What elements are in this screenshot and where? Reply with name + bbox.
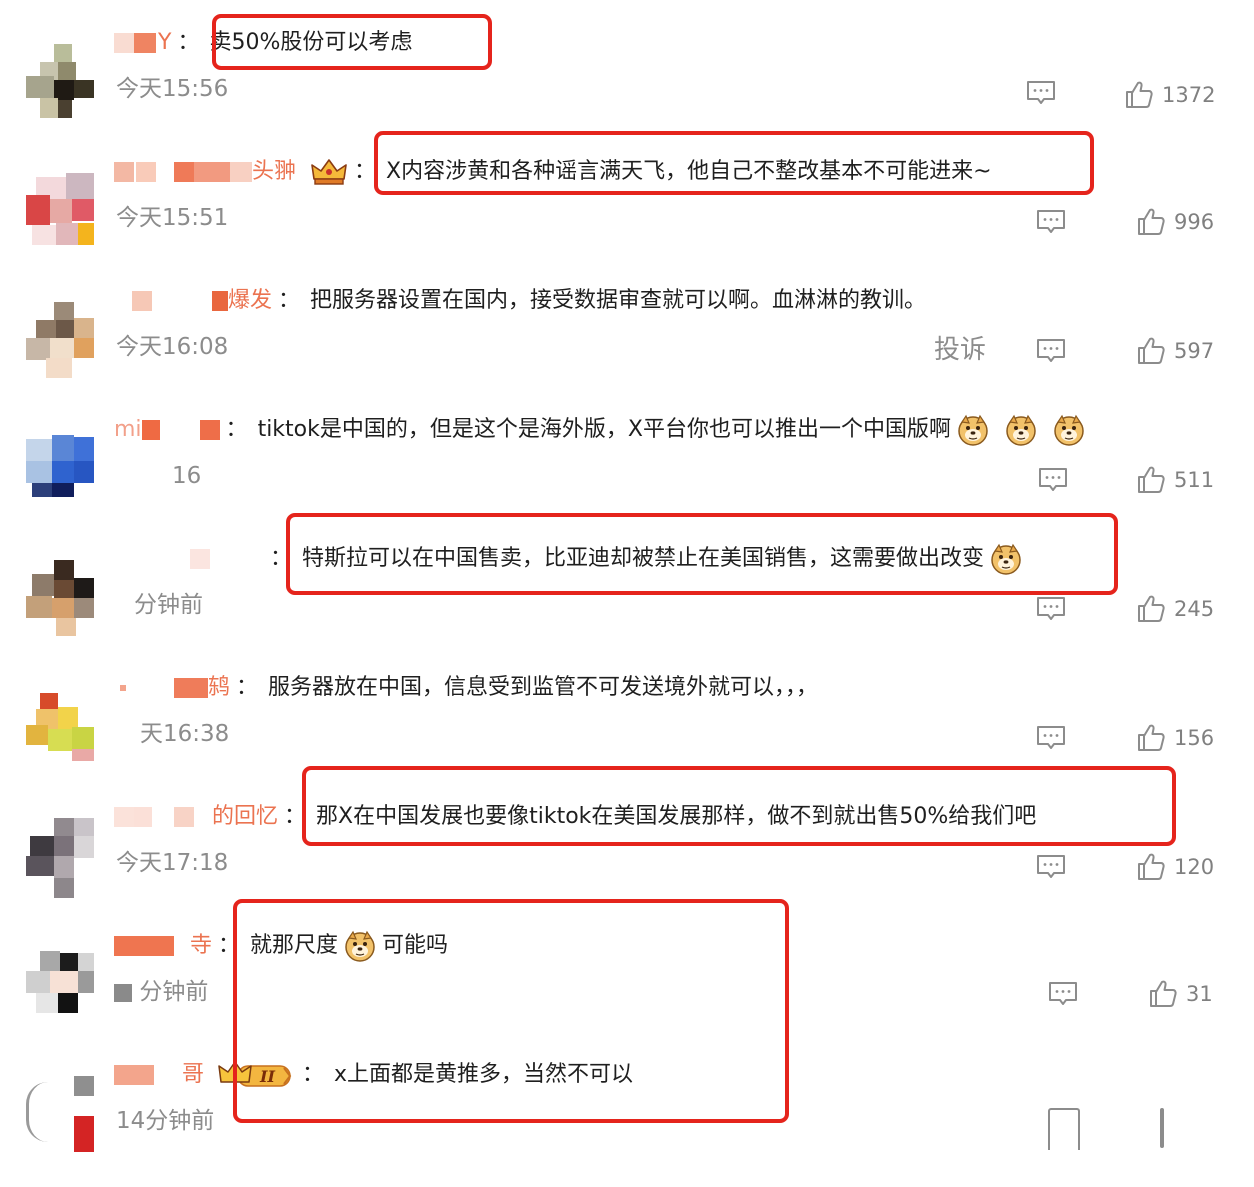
- comment-time: 14分钟前: [116, 1108, 215, 1134]
- reply-icon[interactable]: [1048, 981, 1078, 1007]
- comment-header: 鸫 ： 服务器放在中国，信息受到监管不可发送境外就可以，，，: [120, 671, 818, 705]
- colon: ：: [278, 288, 301, 313]
- comment-time: 分钟前: [134, 592, 203, 618]
- colon: ：: [354, 159, 377, 184]
- like-button[interactable]: 597: [1136, 336, 1214, 366]
- doge-emoji-icon: [1053, 414, 1085, 446]
- comment-header: 爆发 ： 把服务器设置在国内，接受数据审查就可以啊。血淋淋的教训。: [114, 284, 926, 318]
- reply-icon[interactable]: [1038, 467, 1068, 493]
- crown-badge-icon: [310, 157, 348, 187]
- avatar[interactable]: [26, 818, 96, 900]
- doge-emoji-icon: [1005, 414, 1037, 446]
- highlight-box: [212, 14, 492, 70]
- comment-time-text: 分钟前: [139, 979, 209, 1005]
- doge-emoji-icon: [957, 414, 989, 446]
- thumbs-up-icon: [1148, 979, 1178, 1009]
- like-count: 31: [1186, 982, 1213, 1006]
- highlight-box: [286, 513, 1118, 595]
- like-button[interactable]: 156: [1136, 723, 1214, 753]
- comment-time: 今天15:51: [116, 205, 229, 231]
- thumbs-up-icon: [1124, 80, 1154, 110]
- comment-header: mi ： tiktok是中国的，但是这个是海外版，X平台你也可以推出一个中国版啊: [114, 413, 1091, 447]
- thumbs-up-icon: [1136, 723, 1166, 753]
- comment-text: 服务器放在中国，信息受到监管不可发送境外就可以，，，: [268, 675, 819, 700]
- like-button[interactable]: 245: [1136, 594, 1214, 624]
- avatar[interactable]: [26, 560, 96, 642]
- avatar[interactable]: [26, 173, 96, 255]
- reply-icon[interactable]: [1036, 725, 1066, 751]
- reply-icon[interactable]: [1036, 854, 1066, 880]
- comment-text: 把服务器设置在国内，接受数据审查就可以啊。血淋淋的教训。: [310, 288, 927, 313]
- like-button[interactable]: 996: [1136, 207, 1214, 237]
- like-count: 156: [1174, 726, 1215, 750]
- reply-icon[interactable]: [1026, 80, 1056, 106]
- reply-icon[interactable]: [1036, 596, 1066, 622]
- thumbs-up-icon: [1136, 336, 1166, 366]
- comment-time: 今天16:08: [116, 334, 229, 360]
- like-count: 120: [1174, 855, 1215, 879]
- username[interactable]: Y: [158, 26, 171, 60]
- thumbs-up-icon: [1136, 594, 1166, 624]
- thumbs-up-icon[interactable]: [1160, 1108, 1164, 1148]
- avatar[interactable]: [26, 947, 96, 1029]
- like-count: 597: [1174, 339, 1215, 363]
- comment-time: 分钟前: [114, 975, 208, 1009]
- highlight-box: [374, 131, 1094, 195]
- avatar[interactable]: [26, 431, 96, 513]
- colon: ：: [236, 675, 259, 700]
- like-button[interactable]: 31: [1148, 979, 1213, 1009]
- username[interactable]: 爆发: [228, 284, 272, 318]
- reply-icon[interactable]: [1036, 209, 1066, 235]
- like-count: 996: [1174, 210, 1215, 234]
- highlight-box: [302, 766, 1176, 846]
- username[interactable]: 哥: [182, 1058, 204, 1092]
- colon: ：: [177, 30, 200, 55]
- like-count: 245: [1174, 597, 1215, 621]
- avatar[interactable]: [26, 44, 96, 126]
- avatar[interactable]: [26, 302, 96, 384]
- report-button[interactable]: 投诉: [934, 330, 986, 370]
- blurred-block: [114, 983, 132, 1002]
- comment-time: 天16:38: [140, 721, 230, 747]
- avatar[interactable]: [26, 689, 96, 771]
- comment-time: 今天17:18: [116, 850, 229, 876]
- avatar[interactable]: [26, 1076, 96, 1158]
- thumbs-up-icon: [1136, 207, 1166, 237]
- comment-time: 今天15:56: [116, 76, 229, 102]
- like-button[interactable]: 511: [1136, 465, 1214, 495]
- comment-time: 16: [172, 463, 202, 489]
- thumbs-up-icon: [1136, 852, 1166, 882]
- username[interactable]: 头翀: [252, 155, 296, 189]
- username[interactable]: 寺: [190, 929, 212, 963]
- username[interactable]: 鸫: [208, 671, 230, 705]
- like-button[interactable]: 1372: [1124, 80, 1215, 110]
- reply-icon[interactable]: [1048, 1108, 1080, 1150]
- like-count: 1372: [1162, 83, 1216, 107]
- comment-text: tiktok是中国的，但是这个是海外版，X平台你也可以推出一个中国版啊: [257, 417, 951, 442]
- comment-item: 爆发 ： 把服务器设置在国内，接受数据审查就可以啊。血淋淋的教训。 今天16:0…: [0, 284, 1254, 413]
- like-button[interactable]: 120: [1136, 852, 1214, 882]
- thumbs-up-icon: [1136, 465, 1166, 495]
- username[interactable]: 的回忆: [212, 800, 278, 834]
- colon: ：: [225, 417, 248, 442]
- highlight-box: [233, 899, 789, 1123]
- username[interactable]: mi: [114, 413, 142, 447]
- reply-icon[interactable]: [1036, 338, 1066, 364]
- like-count: 511: [1174, 468, 1215, 492]
